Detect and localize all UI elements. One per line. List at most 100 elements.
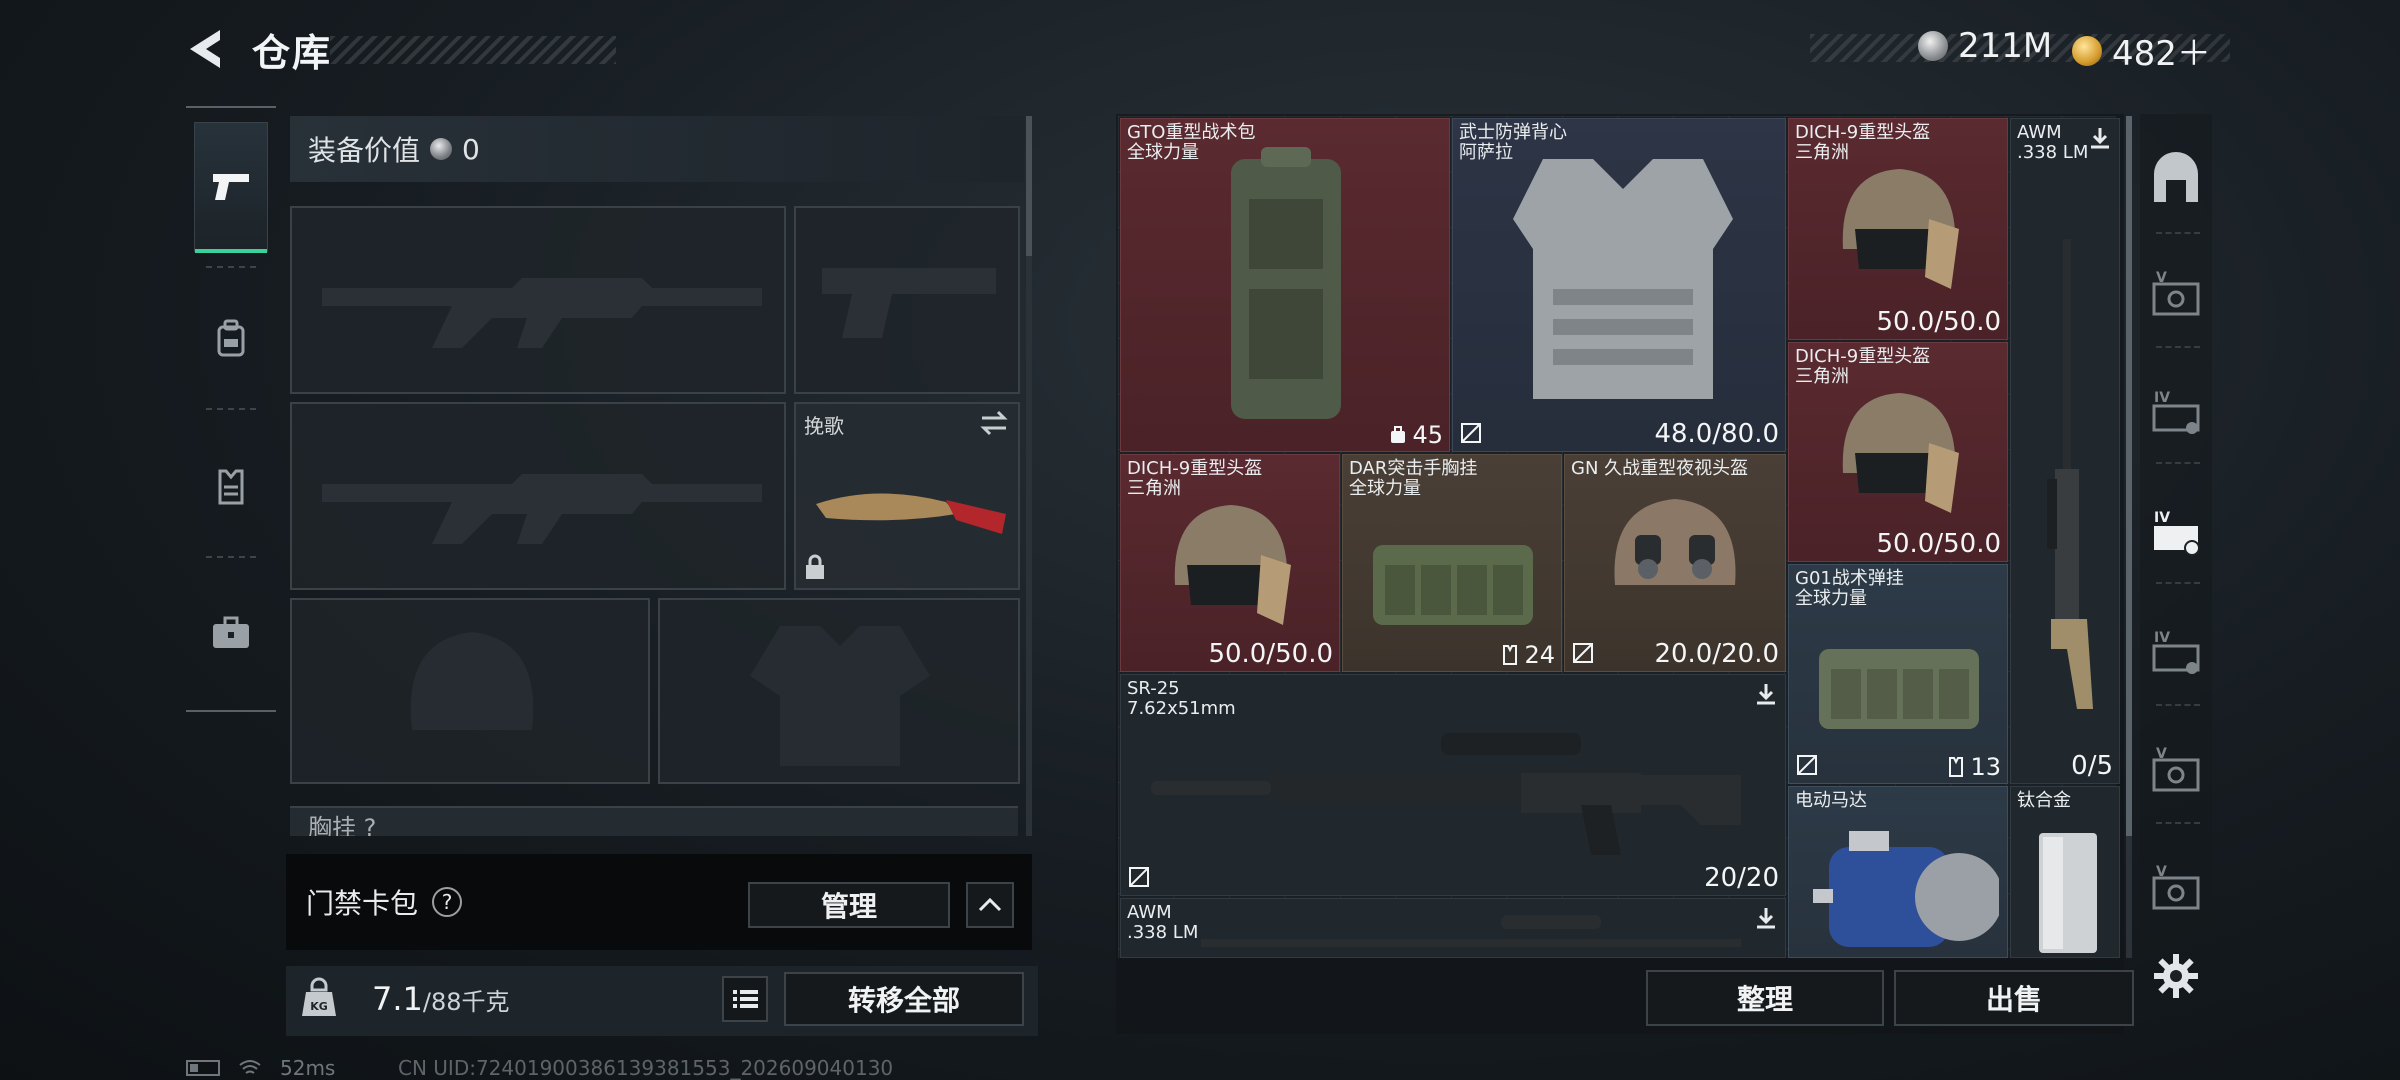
sniper-rifle-art bbox=[2047, 239, 2093, 709]
rail-divider bbox=[2156, 704, 2200, 706]
lock-icon bbox=[806, 554, 824, 579]
tier-v-case-icon: V bbox=[2152, 746, 2200, 792]
item-caliber: .338 LM bbox=[1127, 922, 1199, 943]
helmet-slot[interactable] bbox=[290, 598, 650, 784]
item-origin: 全球力量 bbox=[1349, 478, 1421, 499]
tab-case[interactable] bbox=[194, 568, 268, 698]
item-ammo: 20/20 bbox=[1704, 863, 1779, 893]
item-ammo: 0/5 bbox=[2071, 751, 2113, 781]
stash-item-body-armor[interactable]: 武士防弹背心 阿萨拉 48.0/80.0 bbox=[1452, 118, 1786, 452]
svg-text:V: V bbox=[2156, 864, 2167, 880]
stash-scrollbar-thumb[interactable] bbox=[2126, 116, 2132, 836]
weight-button[interactable]: KG bbox=[296, 976, 342, 1022]
help-icon[interactable]: ? bbox=[432, 887, 463, 917]
status-bar: 52ms bbox=[186, 1056, 335, 1080]
list-view-button[interactable] bbox=[722, 976, 768, 1022]
stash-item-electric-motor[interactable]: 电动马达 bbox=[1788, 786, 2008, 958]
title-decoration bbox=[330, 36, 616, 64]
briefcase-icon bbox=[213, 616, 249, 648]
backpack-art bbox=[1231, 147, 1341, 419]
item-name: AWM bbox=[1127, 902, 1172, 923]
electric-motor-art bbox=[1813, 831, 1999, 947]
download-icon[interactable] bbox=[2087, 125, 2113, 151]
ping-value: 52ms bbox=[280, 1056, 336, 1080]
rail-divider bbox=[2156, 462, 2200, 464]
swap-icon[interactable] bbox=[978, 410, 1010, 436]
helmet-silhouette-icon bbox=[410, 632, 534, 730]
silver-currency-value: 211M bbox=[1958, 26, 2053, 66]
item-name: GN 久战重型夜视头盔 bbox=[1571, 458, 1749, 479]
svg-text:V: V bbox=[2156, 270, 2167, 286]
stash-item-helmet[interactable]: DICH-9重型头盔 三角洲 50.0/50.0 bbox=[1788, 118, 2008, 340]
kettlebell-icon: KG bbox=[302, 977, 336, 1016]
svg-text:V: V bbox=[2156, 746, 2167, 762]
case-tab-iv[interactable]: IV bbox=[2148, 386, 2204, 442]
backpack-icon bbox=[217, 319, 245, 357]
item-durability: 50.0/50.0 bbox=[1876, 307, 2001, 337]
transfer-all-button[interactable]: 转移全部 bbox=[784, 972, 1024, 1026]
settings-button[interactable] bbox=[2152, 952, 2200, 1000]
silver-coin-icon bbox=[430, 138, 453, 160]
download-icon[interactable] bbox=[1753, 905, 1779, 931]
sort-button[interactable]: 整理 bbox=[1646, 970, 1884, 1026]
tab-weapons[interactable] bbox=[194, 122, 268, 253]
back-button[interactable] bbox=[186, 26, 226, 72]
gear-icon bbox=[2154, 954, 2198, 998]
svg-text:KG: KG bbox=[310, 1000, 328, 1013]
case-tab-v[interactable]: V bbox=[2148, 744, 2204, 800]
stash-item-helmet[interactable]: DICH-9重型头盔 三角洲 50.0/50.0 bbox=[1120, 454, 1340, 672]
case-tab-v[interactable]: V bbox=[2148, 268, 2204, 324]
equipment-value-bar: 装备价值 0 bbox=[290, 116, 1024, 182]
rig-capacity-icon bbox=[1949, 757, 1964, 777]
tab-backpack[interactable] bbox=[194, 274, 268, 404]
stash-item-awm-rifle[interactable]: AWM .338 LM 0/5 bbox=[2010, 118, 2120, 784]
collapse-button[interactable] bbox=[966, 882, 1014, 928]
rail-divider bbox=[206, 556, 256, 558]
carry-weight-current: 7.1 bbox=[372, 980, 423, 1018]
secondary-weapon-slot[interactable] bbox=[290, 402, 786, 590]
svg-text:IV: IV bbox=[2154, 630, 2170, 646]
stash-item-backpack[interactable]: GTO重型战术包 全球力量 45 bbox=[1120, 118, 1450, 452]
case-tab-iv-active[interactable]: IV bbox=[2148, 506, 2204, 562]
chevron-up-icon bbox=[978, 897, 1002, 912]
list-icon bbox=[733, 990, 758, 1008]
kukri-knife-icon bbox=[816, 493, 1006, 534]
sniper-rifle-art bbox=[1201, 915, 1741, 947]
case-tab-v[interactable]: V bbox=[2148, 862, 2204, 918]
rifle-silhouette-icon bbox=[322, 474, 762, 544]
tab-vest[interactable] bbox=[194, 422, 268, 552]
loadout-scrollbar-thumb[interactable] bbox=[1026, 116, 1032, 256]
pistol-icon bbox=[213, 174, 249, 200]
svg-text:IV: IV bbox=[2154, 510, 2170, 526]
safehouse-tab[interactable] bbox=[2148, 152, 2204, 208]
case-tab-iv[interactable]: IV bbox=[2148, 626, 2204, 682]
rail-divider bbox=[2156, 582, 2200, 584]
gold-currency[interactable]: 482＋ bbox=[2072, 26, 2211, 75]
chest-rig-slot-header[interactable]: 胸挂 ? bbox=[290, 806, 1018, 836]
stash-item-helmet[interactable]: DICH-9重型头盔 三角洲 50.0/50.0 bbox=[1788, 342, 2008, 562]
item-name: DICH-9重型头盔 bbox=[1795, 122, 1931, 143]
melee-slot[interactable]: 挽歌 bbox=[794, 402, 1020, 590]
sell-button[interactable]: 出售 bbox=[1894, 970, 2134, 1026]
no-insure-icon bbox=[1797, 755, 1817, 775]
tier-iv-case-active-icon: IV bbox=[2154, 510, 2200, 556]
body-armor-art bbox=[1513, 159, 1733, 399]
wifi-icon bbox=[239, 1060, 261, 1074]
stash-item-sr25-rifle[interactable]: SR-25 7.62x51mm 20/20 bbox=[1120, 674, 1786, 896]
no-insure-icon bbox=[1573, 643, 1593, 663]
sidearm-slot[interactable] bbox=[794, 206, 1020, 394]
stash-item-awm-rifle[interactable]: AWM .338 LM bbox=[1120, 898, 1786, 958]
armor-slot[interactable] bbox=[658, 598, 1020, 784]
chest-rig-art bbox=[1373, 545, 1533, 625]
capacity-icon bbox=[1391, 426, 1406, 443]
stash-item-chest-rig[interactable]: DAR突击手胸挂 全球力量 24 bbox=[1342, 454, 1562, 672]
primary-weapon-slot[interactable] bbox=[290, 206, 786, 394]
stash-item-tactical-rig[interactable]: G01战术弹挂 全球力量 13 bbox=[1788, 564, 2008, 784]
stash-item-titanium-alloy[interactable]: 钛合金 bbox=[2010, 786, 2120, 958]
loadout-category-rail bbox=[186, 106, 276, 712]
vest-icon bbox=[218, 469, 244, 505]
silver-currency[interactable]: 211M bbox=[1918, 26, 2052, 66]
stash-item-nv-helmet[interactable]: GN 久战重型夜视头盔 20.0/20.0 bbox=[1564, 454, 1786, 672]
equipment-value: 0 bbox=[462, 132, 480, 166]
manage-button[interactable]: 管理 bbox=[748, 882, 950, 928]
